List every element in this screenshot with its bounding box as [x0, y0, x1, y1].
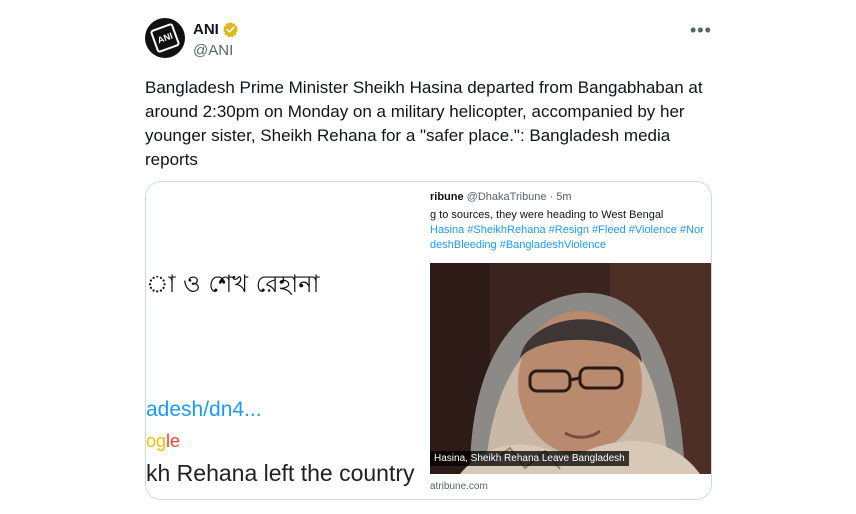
- embedded-hashtags-line: Hasina #SheikhRehana #Resign #Fleed #Vio…: [430, 224, 704, 236]
- google-logo-fragment: ogle: [146, 431, 180, 452]
- embedded-handle-time: @DhakaTribune · 5m: [463, 191, 572, 203]
- news-photo: Hasina, Sheikh Rehana Leave Bangladesh: [430, 263, 711, 474]
- verified-badge-icon: [223, 22, 238, 38]
- bengali-headline: া ও শেখ রেহানা: [146, 270, 320, 298]
- embedded-tweet-header: ribune @DhakaTribune · 5m: [430, 191, 572, 203]
- google-letters-1: og: [146, 431, 167, 451]
- card-left-screenshot: া ও শেখ রেহানা adesh/dn4... ogle kh Reha…: [146, 182, 430, 499]
- embedded-source-name: ribune: [430, 191, 464, 203]
- google-letters-2: le: [166, 431, 181, 451]
- link-fragment: adesh/dn4...: [146, 398, 262, 421]
- author-name[interactable]: ANI: [193, 21, 219, 38]
- tweet-text: Bangladesh Prime Minister Sheikh Hasina …: [145, 78, 703, 169]
- portrait-illustration: [430, 263, 711, 474]
- more-options-icon[interactable]: •••: [690, 20, 712, 41]
- embedded-text-line: g to sources, they were heading to West …: [430, 209, 664, 221]
- rehana-headline-fragment: kh Rehana left the country: [146, 460, 415, 486]
- card-right-screenshot: ribune @DhakaTribune · 5m g to sources, …: [430, 182, 711, 499]
- ani-logo: ANI: [149, 22, 181, 54]
- photo-caption: Hasina, Sheikh Rehana Leave Bangladesh: [430, 451, 629, 466]
- tweet-media-card[interactable]: া ও শেখ রেহানা adesh/dn4... ogle kh Reha…: [145, 181, 712, 500]
- embedded-domain: atribune.com: [430, 481, 488, 492]
- avatar[interactable]: ANI: [145, 18, 185, 58]
- author-handle[interactable]: @ANI: [193, 42, 233, 59]
- embedded-hashtags-line: deshBleeding #BangladeshViolence: [430, 239, 606, 251]
